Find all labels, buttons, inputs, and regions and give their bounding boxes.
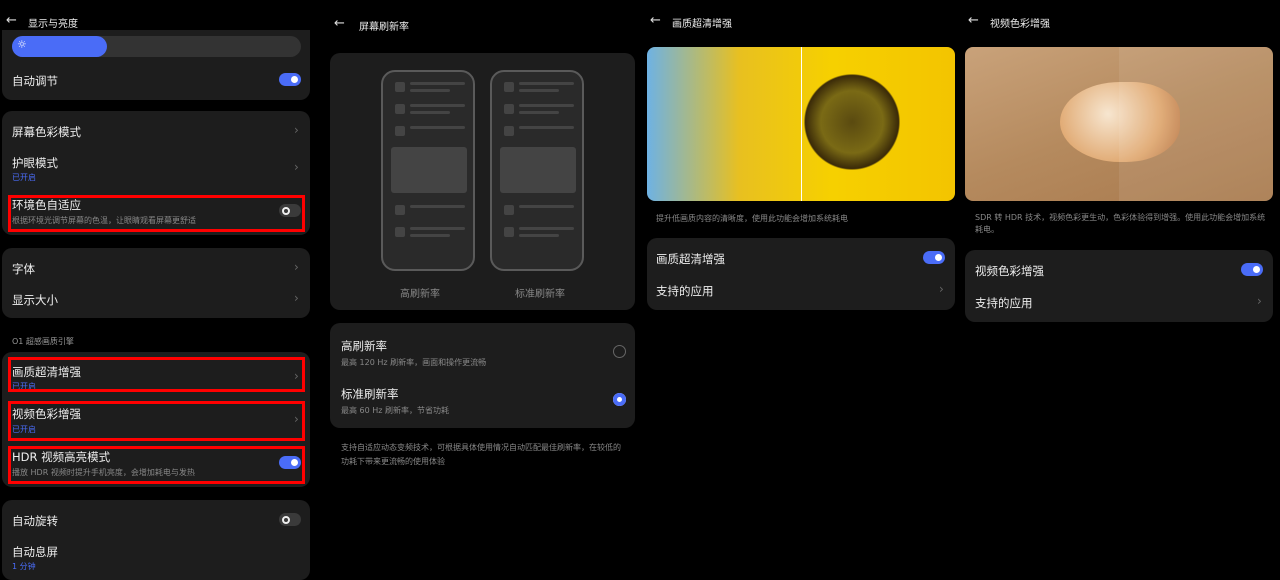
high-refresh-radio[interactable] [613, 345, 626, 358]
chevron-right-icon: › [294, 260, 299, 274]
page-title: 视频色彩增强 [990, 19, 1050, 30]
standard-refresh-desc: 最高 60 Hz 刷新率，节省功耗 [341, 406, 450, 415]
super-resolution-toggle[interactable] [923, 251, 945, 264]
high-refresh-desc: 最高 120 Hz 刷新率，画面和操作更流畅 [341, 358, 487, 367]
auto-brightness-label: 自动调节 [12, 74, 58, 88]
video-color-label: 视频色彩增强 [975, 264, 1044, 278]
eye-comfort-status: 已开启 [12, 173, 36, 182]
sunflower-comparison-image [647, 47, 955, 201]
sun-icon: ☼ [17, 38, 27, 51]
chevron-right-icon: › [294, 160, 299, 174]
standard-refresh-radio[interactable] [613, 393, 626, 406]
refresh-footer-note: 支持自适应动态变频技术，可根据具体使用情况自动匹配最佳刷新率，在较低的功耗下带来… [341, 443, 621, 466]
super-resolution-label: 画质超清增强 [656, 252, 725, 266]
chevron-right-icon: › [1257, 294, 1262, 308]
chevron-right-icon: › [294, 291, 299, 305]
rotation-card [2, 500, 310, 580]
auto-rotate-toggle[interactable] [279, 513, 301, 526]
supported-apps-item[interactable]: 支持的应用 [656, 283, 714, 299]
chevron-right-icon: › [939, 282, 944, 296]
back-arrow-icon[interactable]: ← [650, 13, 661, 28]
back-arrow-icon[interactable]: ← [6, 13, 17, 28]
page-title: 画质超清增强 [672, 19, 732, 30]
chevron-right-icon: › [294, 123, 299, 137]
highlight-box [8, 195, 305, 232]
display-size-item[interactable]: 显示大小 [12, 292, 58, 308]
standard-refresh-option[interactable]: 标准刷新率 [341, 386, 399, 402]
high-refresh-option[interactable]: 高刷新率 [341, 338, 387, 354]
seashell-image [965, 47, 1273, 201]
eye-comfort-item[interactable]: 护眼模式 [12, 155, 58, 171]
auto-brightness-toggle[interactable] [279, 73, 301, 86]
back-arrow-icon[interactable]: ← [968, 13, 979, 28]
page-title: 屏幕刷新率 [359, 22, 409, 33]
feature-desc: 提升低画质内容的清晰度，使用此功能会增加系统耗电 [656, 214, 848, 223]
back-arrow-icon[interactable]: ← [334, 16, 345, 31]
page-title: 显示与亮度 [28, 19, 78, 30]
section-header: O1 超感画质引擎 [12, 337, 74, 346]
standard-refresh-caption: 标准刷新率 [515, 289, 565, 300]
brightness-slider[interactable]: ☼ [12, 36, 301, 57]
standard-refresh-phone-preview [490, 70, 584, 271]
comparison-divider[interactable] [801, 47, 802, 201]
feature-desc: SDR 转 HDR 技术，视频色彩更生动，色彩体验得到增强。使用此功能会增加系统… [975, 213, 1266, 234]
auto-rotate-label: 自动旋转 [12, 514, 58, 528]
sr-settings-card [647, 238, 955, 310]
color-mode-item[interactable]: 屏幕色彩模式 [12, 124, 81, 140]
highlight-box [8, 357, 305, 392]
highlight-box [8, 446, 305, 484]
high-refresh-phone-preview [381, 70, 475, 271]
screen-timeout-value: 1 分钟 [12, 562, 36, 571]
screen-timeout-item[interactable]: 自动息屏 [12, 544, 58, 560]
preview-card [330, 53, 635, 310]
font-item[interactable]: 字体 [12, 261, 35, 277]
supported-apps-item[interactable]: 支持的应用 [975, 295, 1033, 311]
vc-settings-card [965, 250, 1273, 322]
highlight-box [8, 401, 305, 441]
video-color-toggle[interactable] [1241, 263, 1263, 276]
high-refresh-caption: 高刷新率 [400, 289, 440, 300]
